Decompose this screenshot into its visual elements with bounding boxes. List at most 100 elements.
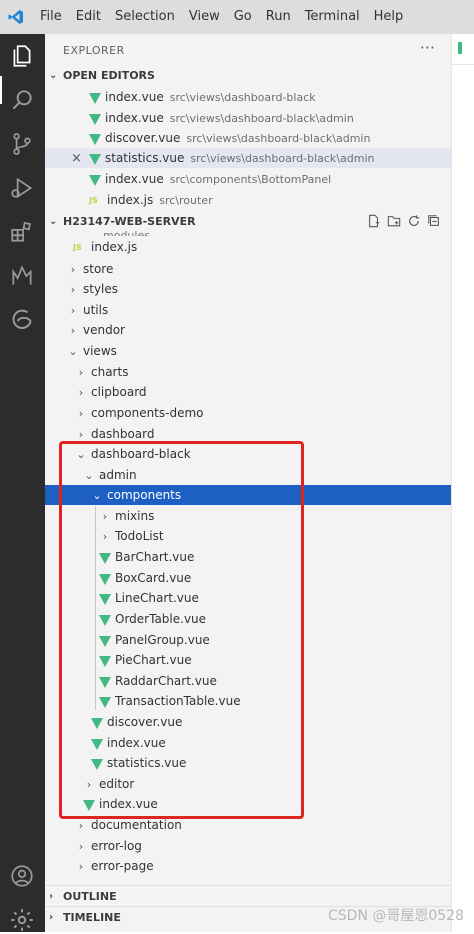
extensions-icon[interactable] (8, 218, 36, 246)
tree-folder[interactable]: › documentation (45, 815, 451, 835)
vue-file-icon (91, 758, 103, 770)
tree-folder[interactable]: › error-page (45, 856, 451, 876)
tree-file[interactable]: BarChart.vue (45, 547, 451, 567)
menu-selection[interactable]: Selection (115, 9, 175, 24)
menu-go[interactable]: Go (234, 9, 252, 24)
open-editor-item[interactable]: index.vue src\components\BottomPanel (45, 169, 451, 189)
menu-file[interactable]: File (40, 9, 62, 24)
open-editor-name: statistics.vue (105, 151, 185, 165)
tree-folder[interactable]: › vendor (45, 320, 451, 340)
chevron-right-icon: › (78, 406, 84, 420)
open-editor-item[interactable]: index.vue src\views\dashboard-black (45, 87, 451, 107)
tree-folder[interactable]: › clipboard (45, 382, 451, 402)
chevron-right-icon: › (49, 890, 54, 902)
open-editors-header[interactable]: ⌄ OPEN EDITORS (45, 65, 451, 85)
tree-item-label: error-page (91, 859, 154, 873)
tree-file[interactable]: statistics.vue (45, 753, 451, 773)
tree-file[interactable]: index.vue (45, 733, 451, 753)
more-actions-icon[interactable]: ··· (420, 38, 435, 57)
chevron-down-icon: ⌄ (49, 215, 58, 227)
tree-folder[interactable]: › store (45, 259, 451, 279)
tree-item-label: discover.vue (107, 715, 183, 729)
chevron-right-icon: › (102, 529, 108, 543)
vue-file-icon (89, 174, 101, 186)
search-icon[interactable] (8, 86, 36, 114)
tree-file[interactable]: BoxCard.vue (45, 568, 451, 588)
tree-item-label: statistics.vue (107, 756, 187, 770)
menu-terminal[interactable]: Terminal (305, 9, 360, 24)
chevron-right-icon: › (78, 385, 84, 399)
tree-item-label: PanelGroup.vue (115, 633, 210, 647)
menu-view[interactable]: View (189, 9, 220, 24)
tree-file[interactable]: PanelGroup.vue (45, 630, 451, 650)
open-editor-item[interactable]: discover.vue src\views\dashboard-black\a… (45, 128, 451, 148)
tree-folder[interactable]: › components-demo (45, 403, 451, 423)
remote-explorer-icon[interactable] (8, 262, 36, 290)
tree-folder-expanded[interactable]: ⌄ admin (45, 465, 451, 485)
tree-item-label: RaddarChart.vue (115, 674, 217, 688)
chevron-down-icon: ⌄ (92, 488, 102, 502)
tree-file[interactable]: OrderTable.vue (45, 609, 451, 629)
tree-file[interactable]: PieChart.vue (45, 650, 451, 670)
tree-file[interactable]: RaddarChart.vue (45, 671, 451, 691)
tree-file[interactable]: LineChart.vue (45, 588, 451, 608)
chevron-right-icon: › (70, 303, 76, 317)
new-file-icon[interactable] (367, 214, 381, 228)
accounts-icon[interactable] (8, 862, 36, 890)
tree-item-label: BarChart.vue (115, 550, 195, 564)
vue-file-icon (99, 614, 111, 626)
source-control-icon[interactable] (8, 130, 36, 158)
chevron-right-icon: › (102, 509, 108, 523)
tree-item-partial[interactable]: modules (45, 228, 451, 236)
breadcrumb-divider (452, 64, 474, 65)
tree-item-label: store (83, 262, 114, 276)
menu-run[interactable]: Run (266, 9, 291, 24)
editor-tab-fragment[interactable] (458, 42, 472, 54)
tree-item-label: admin (99, 468, 137, 482)
menu-edit[interactable]: Edit (76, 9, 101, 24)
explorer-sidebar: EXPLORER ··· ⌄ OPEN EDITORS index.vue sr… (45, 34, 451, 932)
tree-item[interactable]: JS index.js (45, 237, 451, 257)
tree-folder[interactable]: › error-log (45, 836, 451, 856)
collapse-all-icon[interactable] (427, 214, 441, 228)
vue-file-icon (89, 113, 101, 125)
open-editor-item[interactable]: index.vue src\views\dashboard-black\admi… (45, 108, 451, 128)
tree-item-label: editor (99, 777, 135, 791)
vue-file-icon (99, 593, 111, 605)
tree-folder[interactable]: › dashboard (45, 424, 451, 444)
tree-item-label: documentation (91, 818, 182, 832)
tree-file[interactable]: TransactionTable.vue (45, 691, 451, 711)
open-editor-item-active[interactable]: × statistics.vue src\views\dashboard-bla… (45, 148, 451, 168)
tree-item-label: vendor (83, 323, 125, 337)
menu-help[interactable]: Help (374, 9, 404, 24)
refresh-icon[interactable] (407, 214, 421, 228)
tree-item-label: views (83, 344, 117, 358)
vue-file-icon (99, 573, 111, 585)
settings-gear-icon[interactable] (8, 906, 36, 934)
activity-bar (0, 34, 45, 932)
open-editor-path: src\views\dashboard-black\admin (186, 131, 371, 145)
tree-folder[interactable]: › charts (45, 362, 451, 382)
open-editors-title: OPEN EDITORS (63, 68, 155, 82)
tree-item-label: index.vue (107, 736, 166, 750)
tree-folder-expanded[interactable]: ⌄ views (45, 341, 451, 361)
tree-file[interactable]: index.vue (45, 794, 451, 814)
tree-file[interactable]: discover.vue (45, 712, 451, 732)
run-debug-icon[interactable] (8, 174, 36, 202)
tree-folder[interactable]: › mixins (45, 506, 451, 526)
tree-folder[interactable]: › editor (45, 774, 451, 794)
tree-folder-selected[interactable]: ⌄ components (45, 485, 451, 505)
tree-folder-expanded[interactable]: ⌄ dashboard-black (45, 444, 451, 464)
tree-folder[interactable]: › utils (45, 300, 451, 320)
editor-area (451, 34, 474, 932)
tree-folder[interactable]: › styles (45, 279, 451, 299)
outline-header[interactable]: › OUTLINE (45, 885, 451, 906)
open-editor-path: src\views\dashboard-black\admin (169, 111, 354, 125)
open-editor-item[interactable]: JS index.js src\router (45, 190, 451, 210)
explorer-icon[interactable] (8, 42, 36, 70)
new-folder-icon[interactable] (387, 214, 401, 228)
open-editor-name: index.vue (105, 172, 164, 186)
edge-devtools-icon[interactable] (8, 306, 36, 334)
close-icon[interactable]: × (71, 151, 83, 166)
tree-folder[interactable]: › TodoList (45, 526, 451, 546)
